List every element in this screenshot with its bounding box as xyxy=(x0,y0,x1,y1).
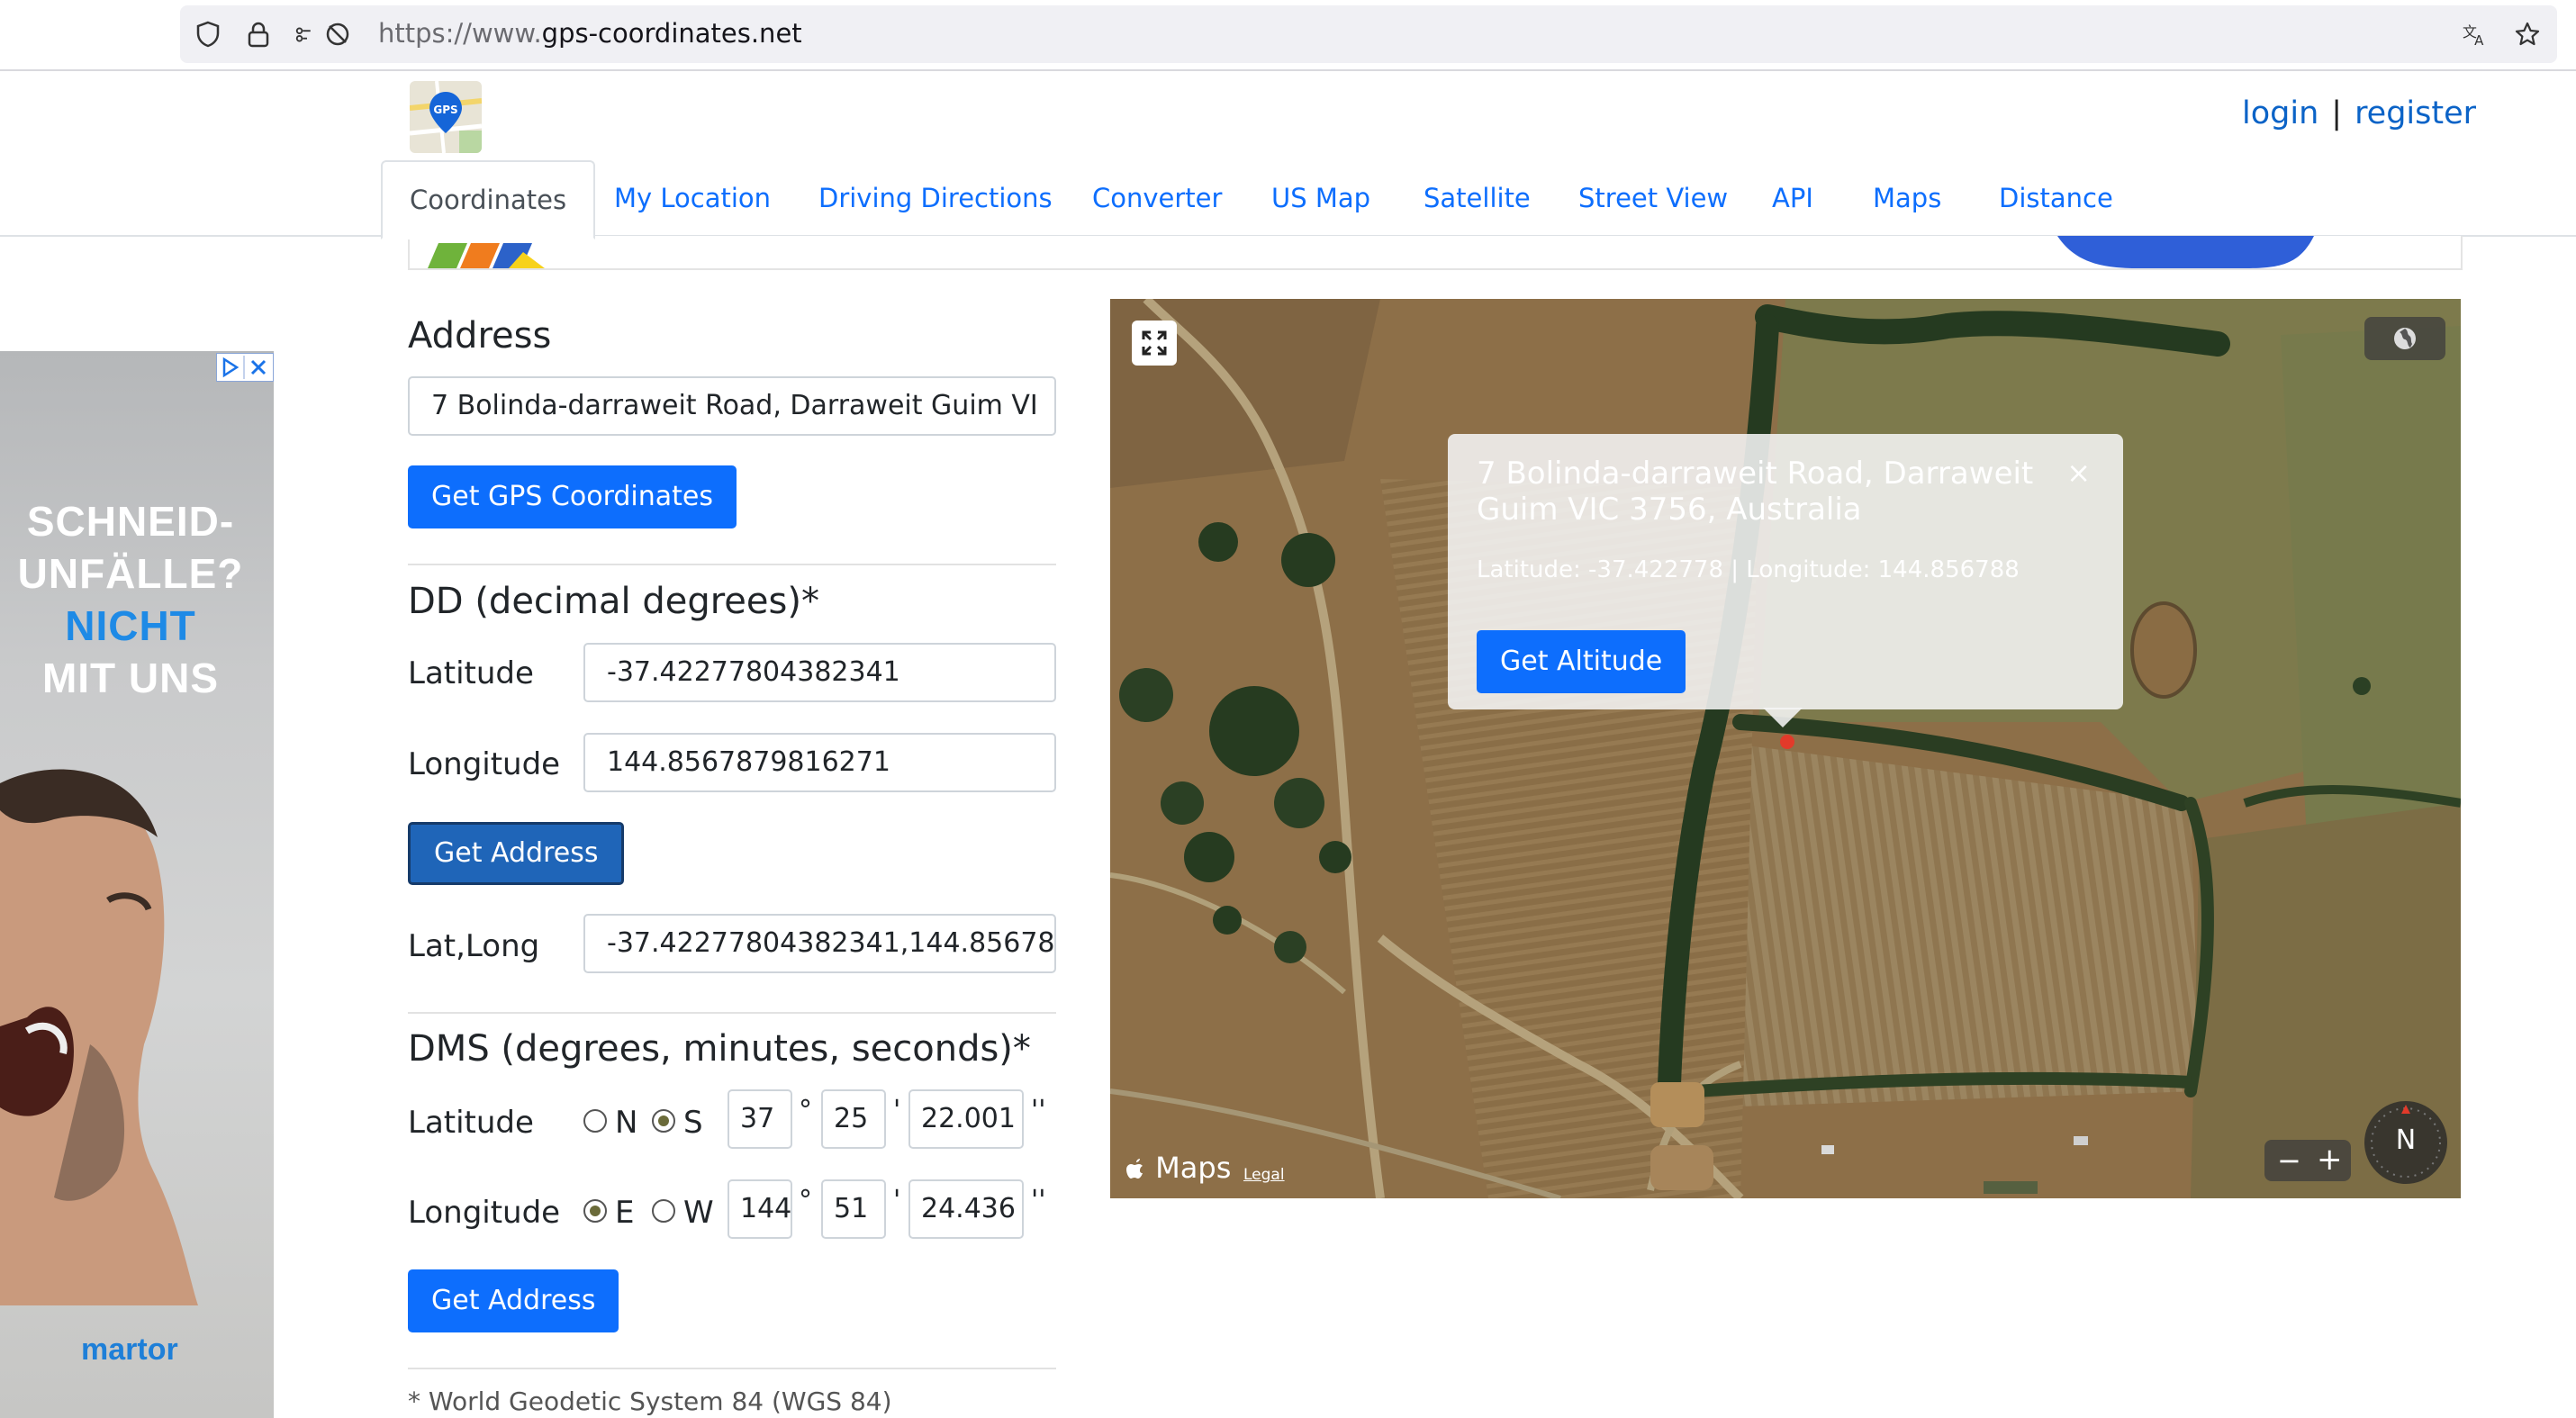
radio-west-label: W xyxy=(683,1195,714,1231)
tab-my-location[interactable]: My Location xyxy=(614,160,771,236)
map-attribution[interactable]: Maps xyxy=(1126,1151,1231,1185)
ad-line-4: MIT UNS xyxy=(41,655,220,701)
globe-icon xyxy=(2394,328,2416,349)
svg-text:A: A xyxy=(2474,32,2484,48)
tab-coordinates[interactable]: Coordinates xyxy=(381,160,596,239)
address-input[interactable]: 7 Bolinda-darraweit Road, Darraweit Guim… xyxy=(408,376,1056,436)
degree-symbol: ° xyxy=(799,1185,812,1216)
ad-choices[interactable] xyxy=(216,353,274,382)
bookmark-star-icon[interactable] xyxy=(2514,21,2541,48)
auth-separator: | xyxy=(2331,95,2343,131)
tab-driving-directions[interactable]: Driving Directions xyxy=(818,160,1053,236)
permissions-icon[interactable] xyxy=(294,21,321,48)
ad-photo-screaming-man xyxy=(0,769,198,1305)
longitude-label: Longitude xyxy=(408,746,561,782)
second-symbol: '' xyxy=(1031,1095,1046,1126)
url-domain: gps-coordinates.net xyxy=(541,18,802,49)
url-prefix: https://www. xyxy=(378,18,542,49)
address-bar[interactable]: https://www.gps-coordinates.net 文A xyxy=(180,5,2557,63)
auth-links: login | register xyxy=(2242,95,2476,131)
tab-api[interactable]: API xyxy=(1772,160,1813,236)
latitude-input[interactable]: -37.42277804382341 xyxy=(583,643,1056,702)
get-address-button[interactable]: Get Address xyxy=(408,822,625,885)
fullscreen-button[interactable] xyxy=(1132,321,1177,366)
apple-logo-icon xyxy=(1126,1159,1143,1179)
tab-maps[interactable]: Maps xyxy=(1873,160,1941,236)
sidebar-ad[interactable]: SCHNEID- UNFÄLLE? NICHT MIT UNS martor xyxy=(0,351,274,1418)
tab-street-view[interactable]: Street View xyxy=(1578,160,1728,236)
ad-close-icon[interactable] xyxy=(250,359,267,375)
compass[interactable]: N xyxy=(2364,1101,2447,1184)
expand-icon xyxy=(1142,330,1167,356)
dms-lon-seconds-input[interactable]: 24.436 xyxy=(908,1179,1024,1239)
location-marker[interactable] xyxy=(1780,735,1794,749)
url-text[interactable]: https://www.gps-coordinates.net xyxy=(378,18,802,49)
ad-line-1: SCHNEID- xyxy=(26,498,235,545)
lock-icon[interactable] xyxy=(245,21,272,48)
radio-north[interactable] xyxy=(583,1109,607,1133)
popup-pointer xyxy=(1763,708,1803,727)
divider xyxy=(408,1368,1056,1369)
radio-north-label: N xyxy=(615,1105,638,1141)
dms-latitude-label: Latitude xyxy=(408,1105,534,1141)
map-info-popup: 7 Bolinda-darraweit Road, Darraweit Guim… xyxy=(1448,434,2123,709)
ad-line-2: UNFÄLLE? xyxy=(17,550,244,597)
address-heading: Address xyxy=(408,315,552,357)
radio-east[interactable] xyxy=(583,1199,607,1223)
tab-distance[interactable]: Distance xyxy=(1999,160,2113,236)
minute-symbol: ' xyxy=(893,1095,901,1126)
tab-us-map[interactable]: US Map xyxy=(1271,160,1370,236)
latlong-label: Lat,Long xyxy=(408,928,540,964)
translate-icon[interactable]: 文A xyxy=(2462,21,2489,48)
dms-lon-minutes-input[interactable]: 51 xyxy=(821,1179,886,1239)
dms-heading: DMS (degrees, minutes, seconds)* xyxy=(408,1028,1031,1070)
logo-text: GPS xyxy=(433,104,457,116)
dms-lat-degrees-input[interactable]: 37 xyxy=(728,1089,792,1149)
radio-south[interactable] xyxy=(652,1109,675,1133)
compass-north-label: N xyxy=(2395,1124,2417,1156)
ad-info-icon[interactable] xyxy=(222,357,240,378)
maps-attribution-text: Maps xyxy=(1155,1151,1232,1185)
radio-west[interactable] xyxy=(652,1199,675,1223)
site-logo[interactable]: GPS xyxy=(410,81,482,153)
radio-south-label: S xyxy=(683,1105,703,1141)
dms-lat-seconds-input[interactable]: 22.001 xyxy=(908,1089,1024,1149)
popup-coordinates: Latitude: -37.422778 | Longitude: 144.85… xyxy=(1477,556,2020,583)
dd-heading: DD (decimal degrees)* xyxy=(408,581,819,622)
dms-lon-degrees-input[interactable]: 144 xyxy=(728,1179,792,1239)
zoom-out-button[interactable]: − xyxy=(2277,1143,2301,1178)
degree-symbol: ° xyxy=(799,1095,812,1126)
map-legal-link[interactable]: Legal xyxy=(1243,1166,1285,1184)
dms-lat-minutes-input[interactable]: 25 xyxy=(821,1089,886,1149)
longitude-input[interactable]: 144.8567879816271 xyxy=(583,733,1056,792)
zoom-in-button[interactable]: + xyxy=(2317,1142,2343,1178)
top-banner-ad[interactable] xyxy=(408,236,2463,270)
divider xyxy=(408,1012,1056,1014)
divider xyxy=(408,564,1056,565)
login-link[interactable]: login xyxy=(2242,95,2318,131)
ad-brand: martor xyxy=(81,1332,178,1367)
ad-line-3: NICHT xyxy=(65,602,196,649)
popup-close-button[interactable]: × xyxy=(2066,456,2091,490)
chrome-divider xyxy=(0,69,2576,71)
get-altitude-button[interactable]: Get Altitude xyxy=(1477,630,1686,693)
latlong-input[interactable]: -37.42277804382341,144.8567879 xyxy=(583,914,1056,973)
location-blocked-icon[interactable] xyxy=(324,21,351,48)
get-address-dms-button[interactable]: Get Address xyxy=(408,1269,619,1332)
map-type-button[interactable] xyxy=(2364,317,2445,360)
register-link[interactable]: register xyxy=(2355,95,2476,131)
tab-satellite[interactable]: Satellite xyxy=(1424,160,1531,236)
ad-headline: SCHNEID- UNFÄLLE? NICHT MIT UNS xyxy=(0,495,261,704)
popup-address: 7 Bolinda-darraweit Road, Darraweit Guim… xyxy=(1477,456,2034,528)
radio-east-label: E xyxy=(615,1195,635,1231)
dms-longitude-label: Longitude xyxy=(408,1195,561,1231)
zoom-control: − + xyxy=(2264,1140,2351,1181)
wgs-footnote: * World Geodetic System 84 (WGS 84) xyxy=(408,1386,892,1416)
tab-converter[interactable]: Converter xyxy=(1092,160,1222,236)
second-symbol: '' xyxy=(1031,1185,1046,1216)
minute-symbol: ' xyxy=(893,1185,901,1216)
get-gps-coordinates-button[interactable]: Get GPS Coordinates xyxy=(408,465,737,528)
latitude-label: Latitude xyxy=(408,655,534,691)
shield-icon[interactable] xyxy=(194,21,221,48)
